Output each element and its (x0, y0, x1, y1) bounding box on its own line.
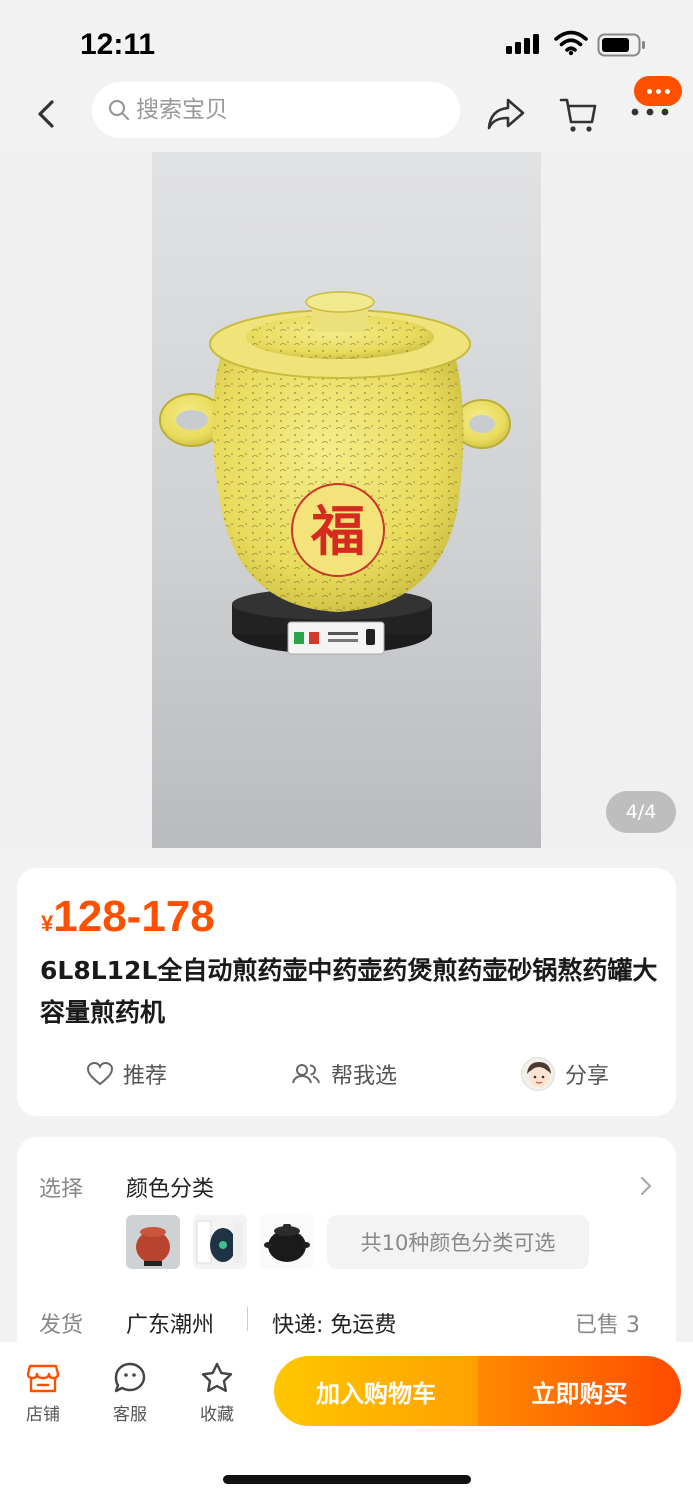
avatar (521, 1057, 555, 1091)
search-bar[interactable] (92, 82, 460, 138)
recommend-label: 推荐 (123, 1064, 168, 1089)
color-category-selector[interactable]: 颜色分类 (126, 1171, 214, 1203)
product-title: 6L8L12L全自动煎药壶中药壶药煲煎药壶砂锅熬药罐大容量煎药机 (40, 956, 658, 1027)
chevron-right-icon[interactable] (639, 1175, 653, 1197)
shipping-label: 发货 (39, 1313, 84, 1338)
cart-icon[interactable] (558, 94, 598, 134)
status-time: 12:11 (80, 28, 156, 61)
home-indicator[interactable] (223, 1475, 471, 1484)
battery-icon (597, 33, 645, 57)
shop-icon (26, 1364, 60, 1393)
product-gallery[interactable]: 福 4/4 (0, 152, 693, 848)
back-arrow-icon[interactable] (32, 96, 60, 132)
select-label: 选择 (39, 1177, 84, 1202)
price-value: 128-178 (53, 892, 215, 941)
shop-tab[interactable]: 店铺 (13, 1362, 73, 1432)
more-colors-button[interactable]: 共10种颜色分类可选 (327, 1215, 589, 1269)
status-bar: 12:11 (0, 0, 693, 80)
more-options-icon[interactable] (630, 106, 670, 118)
cellular-signal-icon (506, 34, 539, 54)
color-thumbnail[interactable] (126, 1215, 180, 1269)
help-me-choose-button[interactable]: 帮我选 (291, 1054, 397, 1094)
chat-face-icon (114, 1362, 146, 1393)
shop-label: 店铺 (26, 1405, 60, 1425)
product-info-card: ¥128-178 6L8L12L全自动煎药壶中药壶药煲煎药壶砂锅熬药罐大容量煎药… (17, 868, 676, 1116)
favorite-label: 收藏 (200, 1405, 234, 1425)
star-icon (201, 1362, 233, 1392)
image-counter: 4/4 (606, 791, 676, 833)
product-price: ¥128-178 (41, 892, 215, 942)
people-icon (292, 1064, 320, 1084)
search-icon (108, 99, 130, 121)
customer-service-tab[interactable]: 客服 (100, 1362, 160, 1432)
heart-icon (87, 1062, 113, 1086)
nav-bar (0, 76, 693, 150)
options-card: 选择 颜色分类 共10种颜色分类可选 发货 广东潮州 快递: 免运费 已售 3 (17, 1137, 676, 1367)
currency-symbol: ¥ (41, 911, 54, 936)
search-input[interactable] (136, 94, 436, 126)
add-to-cart-button[interactable]: 加入购物车 (274, 1356, 478, 1426)
sold-count: 已售 3 (575, 1313, 640, 1338)
recommend-button[interactable]: 推荐 (87, 1054, 167, 1094)
help-me-choose-label: 帮我选 (331, 1064, 398, 1089)
buy-now-button[interactable]: 立即购买 (478, 1356, 681, 1426)
share-action-button[interactable]: 分享 (521, 1054, 609, 1094)
color-thumbnail[interactable] (193, 1215, 247, 1269)
fu-emblem: 福 (310, 499, 365, 563)
wifi-icon (554, 30, 588, 56)
divider (247, 1307, 248, 1331)
shipping-method: 快递: 免运费 (272, 1313, 397, 1338)
share-icon[interactable] (486, 96, 526, 132)
message-badge[interactable] (634, 76, 682, 106)
product-image[interactable]: 福 (152, 152, 541, 848)
customer-service-label: 客服 (113, 1405, 147, 1425)
shipping-origin: 广东潮州 (126, 1313, 215, 1338)
color-thumbnail[interactable] (260, 1215, 314, 1269)
favorite-tab[interactable]: 收藏 (187, 1362, 247, 1432)
product-actions: 推荐 帮我选 分享 (17, 1054, 676, 1094)
share-label: 分享 (565, 1064, 610, 1089)
herbal-pot-illustration: 福 (159, 291, 511, 655)
